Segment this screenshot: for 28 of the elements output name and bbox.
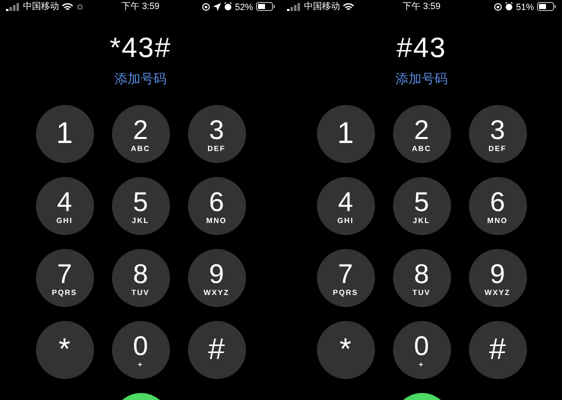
add-number-link[interactable]: 添加号码: [396, 70, 448, 88]
battery-icon: [256, 2, 275, 11]
dialed-number: #43: [396, 31, 446, 65]
dialed-number: *43#: [110, 31, 172, 65]
signal-icon: [6, 2, 20, 10]
wifi-icon: [62, 2, 73, 10]
status-time: 下午 3:59: [121, 0, 160, 13]
alarm-clock-icon: [224, 2, 232, 11]
activity-spinner-icon: [76, 2, 84, 10]
carrier-name: 中国移动: [304, 0, 340, 13]
battery-percent: 51%: [516, 2, 534, 12]
carrier-name: 中国移动: [23, 0, 59, 13]
alarm-clock-icon: [504, 2, 513, 11]
location-arrow-icon: [212, 2, 221, 10]
add-number-link[interactable]: 添加号码: [114, 70, 166, 88]
battery-percent: 52%: [234, 2, 253, 12]
dial-key[interactable]: #: [188, 321, 246, 379]
battery-icon: [537, 2, 556, 11]
dial-key[interactable]: 1: [36, 105, 94, 163]
dial-key[interactable]: 1: [316, 105, 374, 163]
rotation-lock-icon: [494, 2, 502, 10]
wifi-icon: [343, 2, 354, 10]
status-time: 下午 3:59: [402, 0, 441, 13]
rotation-lock-icon: [202, 2, 210, 10]
dial-key[interactable]: #: [468, 321, 526, 379]
dial-key[interactable]: *: [36, 321, 94, 379]
signal-icon: [287, 2, 301, 10]
dial-key[interactable]: *: [316, 321, 374, 379]
